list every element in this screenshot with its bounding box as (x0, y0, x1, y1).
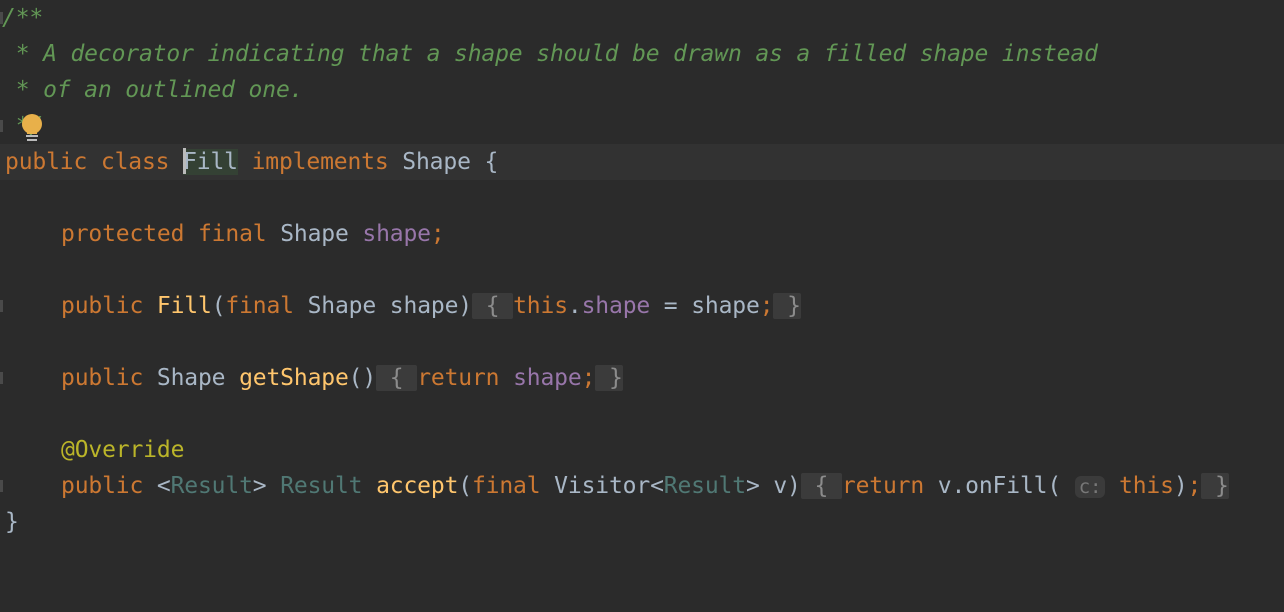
type-name[interactable]: Shape (280, 221, 349, 247)
fold-marker[interactable] (0, 372, 3, 384)
code-line-1[interactable]: /** (0, 0, 1284, 36)
keyword-this: this (513, 293, 568, 319)
field-name[interactable]: shape (513, 365, 582, 391)
code-editor[interactable]: /** * A decorator indicating that a shap… (0, 0, 1284, 596)
open-brace: { (389, 365, 404, 391)
method-name[interactable]: getShape (239, 365, 349, 391)
angle-bracket: < (156, 473, 171, 499)
fold-marker[interactable] (0, 300, 3, 312)
keyword-final: final (225, 293, 294, 319)
open-brace: { (484, 149, 499, 175)
close-brace: } (608, 365, 623, 391)
method-name[interactable]: accept (376, 473, 458, 499)
constructor-declaration: public Fill(final Shape shape) { this.sh… (61, 288, 801, 324)
type-parameter[interactable]: Result (171, 473, 253, 499)
dot: . (567, 293, 582, 319)
semicolon: ; (1187, 473, 1202, 499)
method-declaration: public Shape getShape() { return shape; … (61, 360, 623, 396)
type-name[interactable]: Visitor (554, 473, 650, 499)
type-parameter[interactable]: Result (664, 473, 746, 499)
fold-marker[interactable] (0, 480, 3, 492)
angle-bracket: > (745, 473, 760, 499)
paren: ( (458, 473, 472, 499)
open-brace: { (485, 293, 500, 319)
semicolon: ; (759, 293, 774, 319)
param-ref: shape (691, 293, 760, 319)
keyword-this: this (1119, 473, 1174, 499)
keyword-public: public (61, 365, 144, 391)
assign-operator: = (650, 293, 692, 319)
type-name[interactable]: Shape (308, 293, 377, 319)
parameter-hint: c: (1074, 476, 1106, 498)
code-line-5[interactable]: public class Fill implements Shape { (0, 144, 1284, 180)
code-line-15[interactable]: } (0, 504, 1284, 540)
paren: ) (458, 293, 472, 319)
return-type-parameter[interactable]: Result (280, 473, 362, 499)
semicolon: ; (430, 221, 445, 247)
field-name[interactable]: shape (362, 221, 431, 247)
paren: ) (1173, 473, 1188, 499)
paren: ( (211, 293, 226, 319)
code-line-2[interactable]: * A decorator indicating that a shape sh… (0, 36, 1284, 72)
method-call[interactable]: v.onFill( (938, 473, 1061, 499)
param-name: v) (773, 473, 801, 499)
open-brace: { (814, 473, 829, 499)
param-name: shape (389, 293, 459, 319)
folded-region-open[interactable]: { (800, 473, 842, 499)
doc-comment-start: /** (2, 5, 44, 31)
keyword-final: final (197, 221, 267, 247)
field-declaration: protected final Shape shape; (61, 216, 445, 252)
field-name[interactable]: shape (582, 293, 651, 319)
code-line-11[interactable]: public Shape getShape() { return shape; … (0, 360, 1284, 396)
folded-region-close[interactable]: } (773, 293, 801, 319)
code-line-14[interactable]: public <Result> Result accept(final Visi… (0, 468, 1284, 504)
close-brace: } (1214, 473, 1229, 499)
parens: () (348, 365, 377, 391)
keyword-implements: implements (251, 149, 389, 175)
code-line-3[interactable]: * of an outlined one. (0, 72, 1284, 108)
lightbulb-icon[interactable] (18, 112, 46, 144)
override-annotation[interactable]: @Override (61, 432, 184, 468)
semicolon: ; (581, 365, 596, 391)
class-name-highlight: Fill (183, 147, 238, 175)
keyword-final: final (471, 473, 541, 499)
return-type[interactable]: Shape (157, 365, 226, 391)
angle-bracket: < (650, 473, 664, 499)
class-name[interactable]: Fill (183, 149, 238, 175)
close-brace: } (787, 293, 801, 319)
keyword-return: return (417, 365, 500, 391)
code-line-9[interactable]: public Fill(final Shape shape) { this.sh… (0, 288, 1284, 324)
code-line-13[interactable]: @Override (0, 432, 1284, 468)
doc-comment-text: * A decorator indicating that a shape sh… (2, 41, 1098, 67)
keyword-public: public (5, 149, 88, 175)
keyword-public: public (61, 293, 144, 319)
doc-comment-text: * of an outlined one. (2, 77, 304, 103)
keyword-return: return (841, 473, 925, 499)
class-declaration: public class Fill implements Shape { (5, 144, 498, 180)
folded-region-close[interactable]: } (1201, 473, 1229, 499)
folded-region-open[interactable]: { (472, 293, 514, 319)
folded-region-close[interactable]: } (595, 365, 623, 391)
angle-bracket: > (252, 473, 267, 499)
folded-region-open[interactable]: { (376, 365, 418, 391)
constructor-name[interactable]: Fill (157, 293, 212, 319)
code-line-7[interactable]: protected final Shape shape; (0, 216, 1284, 252)
method-declaration: public <Result> Result accept(final Visi… (61, 468, 1229, 505)
keyword-protected: protected (61, 221, 185, 247)
close-brace: } (5, 509, 19, 535)
keyword-class: class (100, 149, 170, 175)
keyword-public: public (61, 473, 144, 499)
interface-name[interactable]: Shape (402, 149, 471, 175)
text-caret (183, 147, 187, 174)
code-line-4[interactable]: */ (0, 108, 1284, 144)
